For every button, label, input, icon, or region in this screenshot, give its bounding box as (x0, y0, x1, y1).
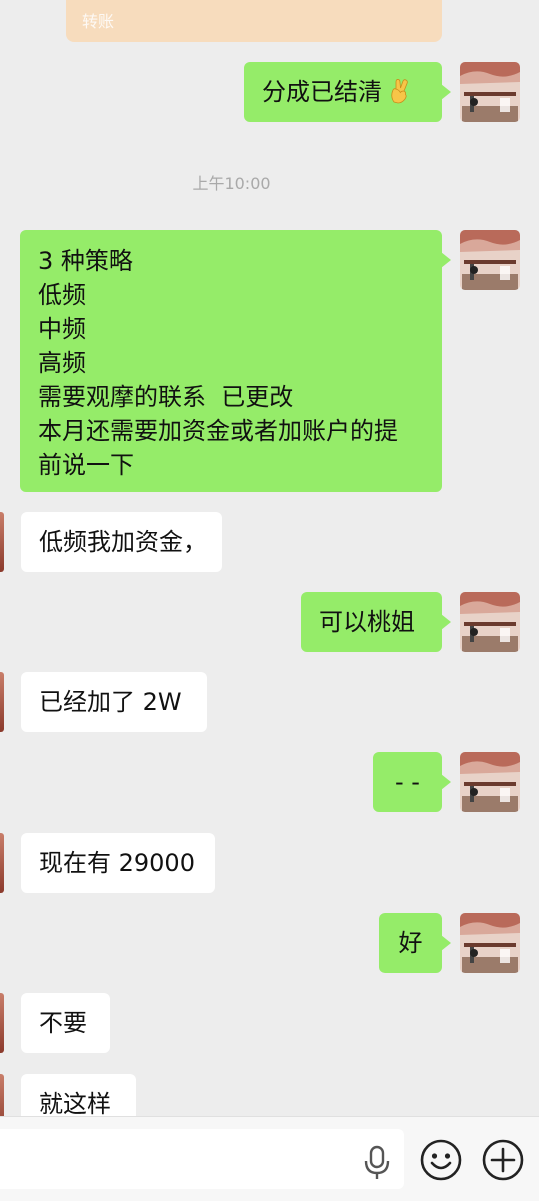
message-text: - - (395, 768, 420, 796)
message-text: 好 (398, 929, 423, 957)
contact-avatar[interactable] (0, 833, 4, 893)
message-bubble[interactable]: - - (373, 752, 451, 812)
message-text: 低频我加资金， (39, 528, 207, 556)
message-bubble[interactable]: 可以桃姐 (301, 592, 451, 652)
avatar[interactable] (460, 752, 520, 812)
message-line: 本月还需要加资金或者加账户的提 (38, 417, 398, 445)
message-bubble[interactable]: 好 (379, 913, 451, 973)
message-bubble[interactable]: 3 种策略 低频 中频 高频 需要观摩的联系 已更改 本月还需要加资金或者加账户… (20, 230, 451, 492)
avatar[interactable] (460, 62, 520, 122)
chat-area[interactable]: 转账 分成已结清 上午10:00 3 种策略 低频 中频 高频 需要观摩的联系 … (0, 0, 539, 1116)
message-text: 已经加了 2W (39, 688, 182, 716)
contact-avatar[interactable] (0, 1074, 4, 1116)
microphone-icon[interactable] (362, 1145, 392, 1181)
contact-avatar[interactable] (0, 512, 4, 572)
input-bar (0, 1116, 539, 1201)
message-bubble[interactable]: 不要 (21, 993, 110, 1053)
message-text: 现在有 29000 (39, 849, 195, 877)
contact-avatar[interactable] (0, 672, 4, 732)
avatar[interactable] (460, 592, 520, 652)
message-line: 前说一下 (38, 451, 134, 479)
timestamp: 上午10:00 (192, 174, 271, 193)
message-text: 分成已结清 (262, 78, 382, 106)
message-bubble[interactable]: 现在有 29000 (21, 833, 215, 893)
transfer-card[interactable]: 转账 (66, 0, 442, 42)
message-text: 就这样 (39, 1090, 111, 1116)
message-line: 高频 (38, 349, 86, 377)
message-line: 中频 (38, 315, 86, 343)
avatar-photo (460, 913, 520, 973)
message-text: 可以桃姐 (319, 608, 415, 636)
message-text: 不要 (39, 1009, 87, 1037)
message-line: 需要观摩的联系 已更改 (38, 383, 294, 411)
avatar-photo (460, 62, 520, 122)
message-bubble[interactable]: 分成已结清 (244, 62, 451, 122)
plus-icon[interactable] (482, 1139, 524, 1181)
emoji-icon[interactable] (420, 1139, 462, 1181)
avatar-photo (460, 752, 520, 812)
avatar[interactable] (460, 913, 520, 973)
transfer-label: 转账 (82, 12, 115, 31)
message-input[interactable] (0, 1129, 404, 1189)
message-line: 低频 (38, 281, 86, 309)
message-bubble[interactable]: 就这样 (21, 1074, 136, 1116)
contact-avatar[interactable] (0, 993, 4, 1053)
message-line: 3 种策略 (38, 247, 133, 275)
message-bubble[interactable]: 低频我加资金， (21, 512, 222, 572)
message-bubble[interactable]: 已经加了 2W (21, 672, 207, 732)
avatar-photo (460, 592, 520, 652)
avatar-photo (460, 230, 520, 290)
victory-hand-emoji (391, 79, 408, 104)
avatar[interactable] (460, 230, 520, 290)
